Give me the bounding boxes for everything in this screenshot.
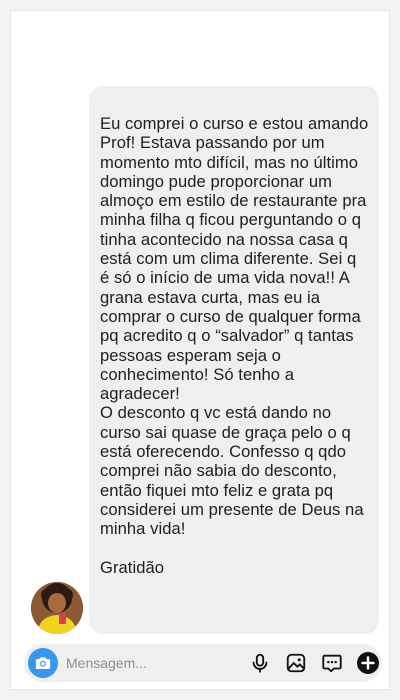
message-text: Eu comprei o curso e estou amando Prof! … [100,114,369,539]
gallery-button[interactable] [284,651,308,675]
voice-message-button[interactable] [248,651,272,675]
avatar[interactable] [31,582,83,634]
camera-button[interactable] [28,648,58,678]
message-input[interactable] [66,653,226,673]
plus-icon [357,652,379,674]
message-bubble: Eu comprei o curso e estou amando Prof! … [89,86,379,634]
camera-icon [35,657,51,669]
message-composer [24,644,382,682]
microphone-icon [252,653,268,673]
sticker-icon [322,654,342,673]
avatar-image [31,582,83,634]
sticker-button[interactable] [320,651,344,675]
chat-window: Eu comprei o curso e estou amando Prof! … [10,10,390,690]
message-signoff: Gratidão [100,557,165,577]
gallery-icon [286,653,306,673]
add-button[interactable] [356,651,380,675]
